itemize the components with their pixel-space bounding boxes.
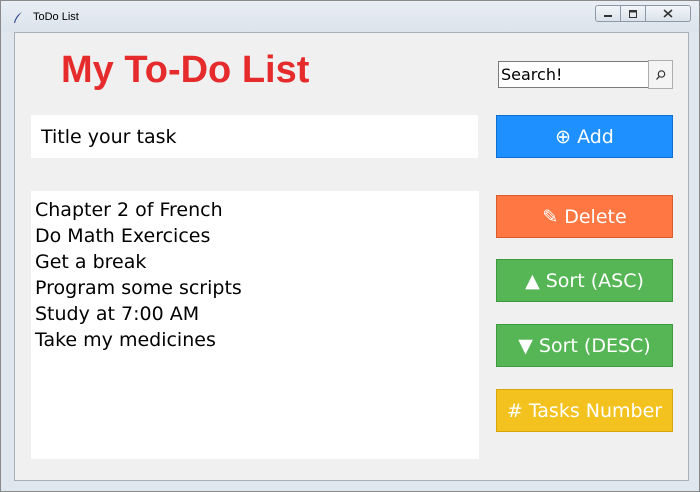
window-controls	[595, 5, 691, 22]
maximize-icon	[629, 9, 637, 18]
search-button[interactable]	[648, 60, 673, 89]
task-title-input[interactable]	[31, 115, 478, 158]
tasks-number-button[interactable]: # Tasks Number	[496, 389, 673, 432]
list-item[interactable]: Chapter 2 of French	[35, 197, 475, 223]
sort-desc-button-label: Sort (DESC)	[538, 334, 651, 357]
list-item[interactable]: Get a break	[35, 249, 475, 275]
triangle-up-icon: ▲	[525, 269, 540, 292]
tasks-number-button-label: Tasks Number	[528, 399, 663, 422]
search-input[interactable]	[498, 61, 648, 88]
window-title: ToDo List	[33, 11, 79, 23]
add-button-label: Add	[577, 125, 614, 148]
delete-button[interactable]: ✎ Delete	[496, 195, 673, 238]
minimize-button[interactable]	[595, 5, 621, 22]
add-icon: ⊕	[555, 125, 572, 148]
list-item[interactable]: Program some scripts	[35, 275, 475, 301]
sort-asc-button[interactable]: ▲ Sort (ASC)	[496, 259, 673, 302]
list-item[interactable]: Take my medicines	[35, 327, 475, 353]
minimize-icon	[604, 14, 612, 17]
pencil-icon: ✎	[542, 205, 559, 228]
delete-button-label: Delete	[564, 205, 627, 228]
hash-icon: #	[506, 399, 523, 422]
close-icon	[663, 9, 673, 18]
list-item[interactable]: Do Math Exercices	[35, 223, 475, 249]
add-button[interactable]: ⊕ Add	[496, 115, 673, 158]
feather-icon	[14, 12, 22, 23]
sort-desc-button[interactable]: ▼ Sort (DESC)	[496, 324, 673, 367]
sort-asc-button-label: Sort (ASC)	[545, 269, 644, 292]
search-icon	[655, 69, 665, 80]
triangle-down-icon: ▼	[518, 334, 533, 357]
list-item[interactable]: Study at 7:00 AM	[35, 301, 475, 327]
app-window: ToDo List My To-Do List ⊕ Add Chapter 2 …	[0, 0, 700, 492]
maximize-button[interactable]	[620, 5, 646, 22]
task-list[interactable]: Chapter 2 of French Do Math Exercices Ge…	[31, 191, 479, 459]
title-bar[interactable]: ToDo List	[1, 1, 699, 32]
close-button[interactable]	[645, 5, 691, 22]
page-title: My To-Do List	[61, 49, 310, 91]
